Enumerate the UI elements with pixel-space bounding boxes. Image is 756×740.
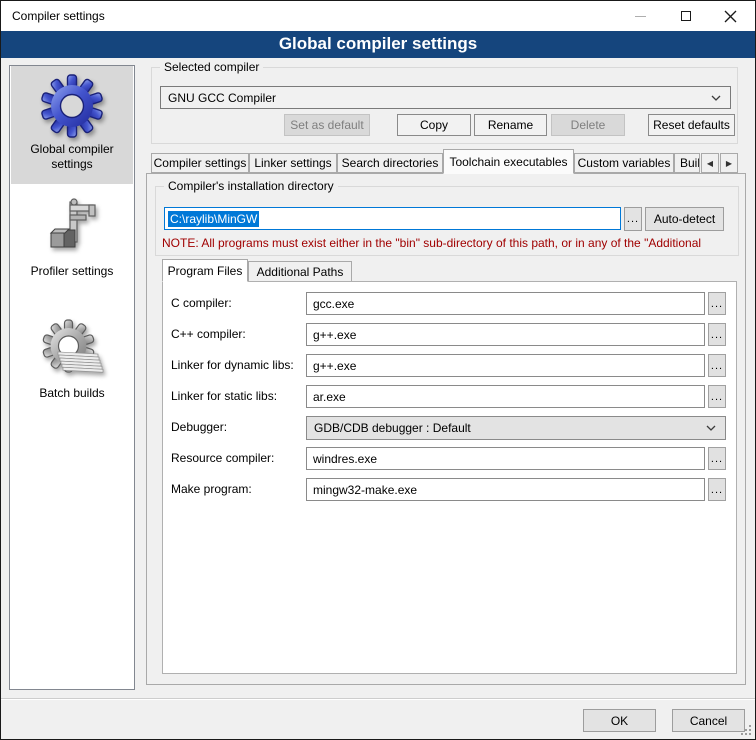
form-row: Make program: ...	[163, 478, 736, 502]
form-row: Linker for dynamic libs: ...	[163, 354, 736, 378]
browse-button[interactable]: ...	[708, 478, 726, 501]
field-label: Linker for static libs:	[171, 385, 277, 408]
arrow-right-icon: ▶	[726, 159, 732, 168]
reset-defaults-button[interactable]: Reset defaults	[648, 114, 735, 136]
ok-button[interactable]: OK	[583, 709, 656, 732]
cpp-compiler-input[interactable]	[306, 323, 705, 346]
field-label: Linker for dynamic libs:	[171, 354, 294, 377]
caliper-icon	[40, 196, 104, 260]
sidebar-item-batch-builds[interactable]: Batch builds	[11, 318, 133, 418]
form-row: C++ compiler: ...	[163, 323, 736, 347]
program-files-panel: C compiler: ... C++ compiler: ... Linker…	[162, 281, 737, 674]
browse-button[interactable]: ...	[708, 354, 726, 377]
group-label: Selected compiler	[160, 60, 263, 74]
set-as-default-button[interactable]: Set as default	[284, 114, 370, 136]
form-row: C compiler: ...	[163, 292, 736, 316]
browse-button[interactable]: ...	[708, 385, 726, 408]
browse-directory-button[interactable]: ...	[624, 207, 642, 231]
minimize-icon	[635, 16, 646, 17]
tab-linker-settings[interactable]: Linker settings	[249, 153, 337, 173]
field-label: Resource compiler:	[171, 447, 274, 470]
tab-scroll-left-button[interactable]: ◀	[701, 153, 719, 173]
installation-directory-input[interactable]: C:\raylib\MinGW	[164, 207, 621, 230]
note-text: NOTE: All programs must exist either in …	[162, 236, 736, 250]
subtab-program-files[interactable]: Program Files	[162, 259, 248, 282]
chevron-down-icon	[711, 95, 721, 101]
field-label: C compiler:	[171, 292, 232, 315]
compiler-settings-dialog: Compiler settings Global compiler settin…	[0, 0, 756, 740]
static-linker-input[interactable]	[306, 385, 705, 408]
resize-grip[interactable]	[740, 724, 752, 736]
selected-compiler-group: Selected compiler GNU GCC Compiler Set a…	[151, 67, 738, 144]
sidebar-item-label: Batch builds	[16, 386, 128, 401]
c-compiler-input[interactable]	[306, 292, 705, 315]
gear-blue-icon	[40, 74, 104, 138]
field-label: C++ compiler:	[171, 323, 246, 346]
maximize-icon	[681, 11, 691, 21]
browse-button[interactable]: ...	[708, 323, 726, 346]
form-row: Linker for static libs: ...	[163, 385, 736, 409]
sidebar-item-global-compiler-settings[interactable]: Global compiler settings	[11, 66, 133, 184]
tab-scroll-right-button[interactable]: ▶	[720, 153, 738, 173]
tab-compiler-settings[interactable]: Compiler settings	[151, 153, 249, 173]
copy-button[interactable]: Copy	[397, 114, 471, 136]
tab-toolchain-executables[interactable]: Toolchain executables	[443, 149, 574, 174]
resource-compiler-input[interactable]	[306, 447, 705, 470]
make-program-input[interactable]	[306, 478, 705, 501]
form-row: Resource compiler: ...	[163, 447, 736, 471]
auto-detect-button[interactable]: Auto-detect	[645, 207, 724, 231]
footer-divider	[1, 698, 755, 700]
delete-button[interactable]: Delete	[551, 114, 625, 136]
close-button[interactable]	[708, 1, 753, 31]
installation-directory-group: Compiler's installation directory C:\ray…	[155, 186, 739, 256]
sidebar-item-label: Global compiler settings	[16, 142, 128, 172]
maximize-button[interactable]	[663, 1, 708, 31]
gear-stack-icon	[40, 318, 104, 382]
browse-button[interactable]: ...	[708, 292, 726, 315]
chevron-down-icon	[706, 425, 716, 431]
sidebar-item-label: Profiler settings	[16, 264, 128, 279]
arrow-left-icon: ◀	[707, 159, 713, 168]
cancel-button[interactable]: Cancel	[672, 709, 745, 732]
compiler-select[interactable]: GNU GCC Compiler	[160, 86, 731, 109]
field-label: Make program:	[171, 478, 252, 501]
settings-category-list: Global compiler settings Profiler settin…	[9, 65, 135, 690]
field-label: Debugger:	[171, 416, 227, 439]
group-label: Compiler's installation directory	[164, 179, 338, 193]
rename-button[interactable]: Rename	[474, 114, 547, 136]
selected-path-text: C:\raylib\MinGW	[168, 211, 259, 227]
tab-build-options-clipped[interactable]: Build options	[674, 153, 700, 173]
close-icon	[724, 10, 737, 23]
subtab-additional-paths[interactable]: Additional Paths	[248, 261, 352, 282]
browse-button[interactable]: ...	[708, 447, 726, 470]
title-bar: Compiler settings	[1, 1, 755, 31]
dynamic-linker-input[interactable]	[306, 354, 705, 377]
page-title: Global compiler settings	[1, 31, 755, 58]
toolchain-executables-page: Compiler's installation directory C:\ray…	[146, 173, 746, 685]
debugger-select[interactable]: GDB/CDB debugger : Default	[306, 416, 726, 440]
sidebar-item-profiler-settings[interactable]: Profiler settings	[11, 194, 133, 292]
debugger-select-value: GDB/CDB debugger : Default	[314, 421, 471, 435]
form-row: Debugger: GDB/CDB debugger : Default	[163, 416, 736, 440]
compiler-select-value: GNU GCC Compiler	[168, 91, 276, 105]
minimize-button[interactable]	[618, 1, 663, 31]
tab-search-directories[interactable]: Search directories	[337, 153, 443, 173]
tab-custom-variables[interactable]: Custom variables	[574, 153, 674, 173]
window-title: Compiler settings	[12, 9, 105, 23]
